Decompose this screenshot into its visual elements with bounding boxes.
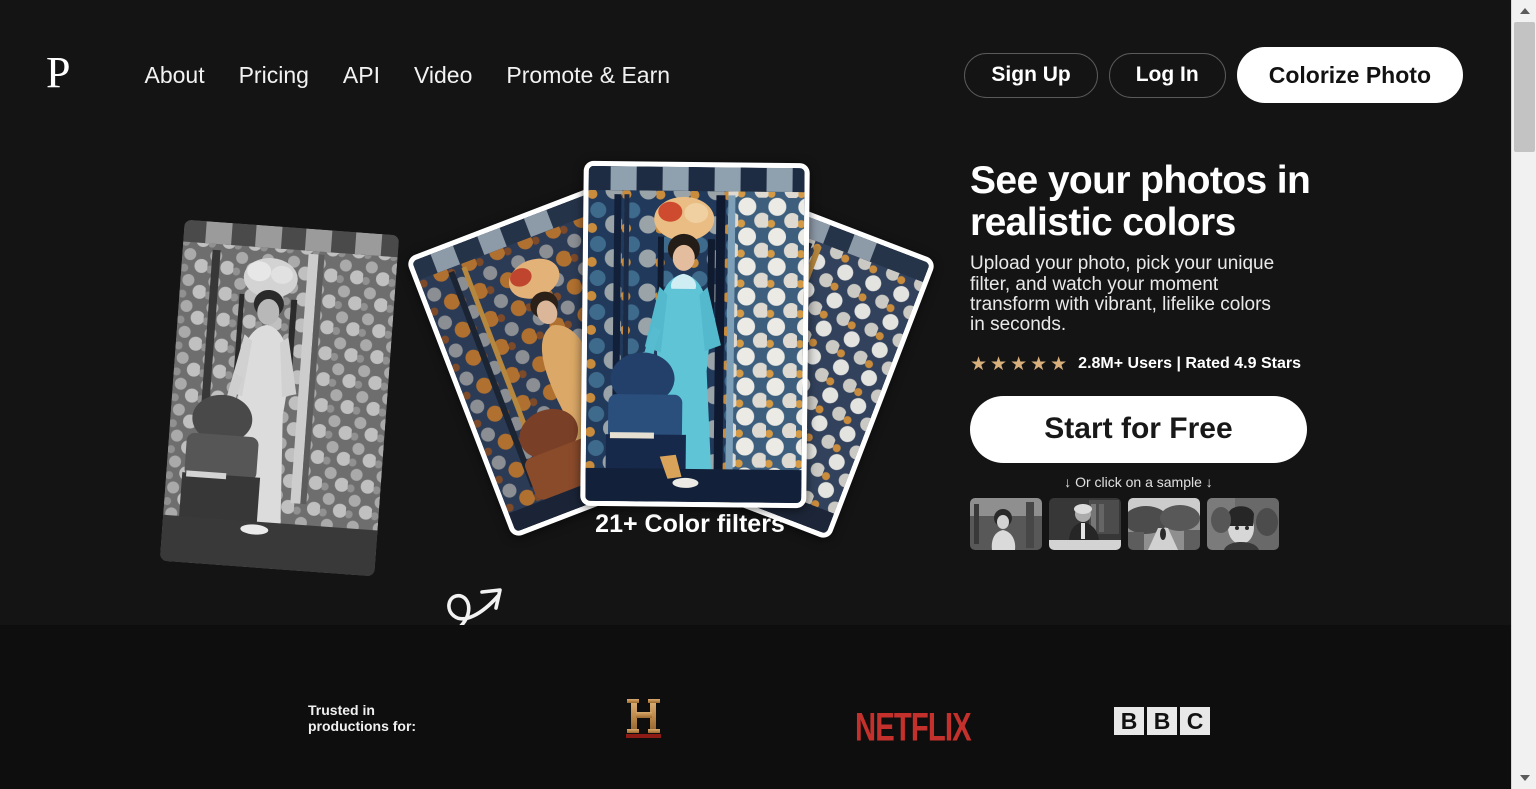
bbc-letter-2: B (1147, 707, 1177, 735)
colorize-photo-button[interactable]: Colorize Photo (1236, 47, 1463, 103)
netflix-logo: NETFLIX (855, 705, 972, 750)
nav-item-video[interactable]: Video (397, 62, 489, 89)
color-filters-caption: 21+ Color filters (595, 510, 785, 538)
scroll-down-button[interactable] (1512, 767, 1536, 789)
hero-visual: 21+ Color filters (0, 150, 955, 644)
sign-up-button[interactable]: Sign Up (964, 52, 1098, 98)
card-center-art (585, 165, 805, 504)
trusted-line-2: productions for: (308, 717, 417, 734)
sample-thumbnail-4[interactable] (1207, 497, 1279, 550)
main-navigation: About Pricing API Video Promote & Earn (144, 62, 687, 89)
site-header: P About Pricing API Video Promote & Earn… (0, 0, 1511, 150)
bbc-letter-3: C (1180, 707, 1210, 735)
hero-subhead: Upload your photo, pick your unique filt… (970, 253, 1275, 336)
rating-text: 2.8M+ Users | Rated 4.9 Stars (1078, 355, 1301, 373)
original-bw-photo (159, 219, 400, 577)
page-scrollbar[interactable] (1511, 0, 1536, 789)
log-in-button[interactable]: Log In (1108, 52, 1226, 98)
nav-item-api[interactable]: API (326, 62, 397, 89)
color-filter-card-center[interactable] (580, 160, 810, 509)
nav-item-promote-earn[interactable]: Promote & Earn (489, 62, 687, 89)
trusted-by-footer: Trusted in productions for: NETFLIX B B … (0, 625, 1511, 789)
nav-item-pricing[interactable]: Pricing (222, 62, 326, 89)
trusted-line-1: Trusted in (308, 702, 375, 718)
scroll-up-button[interactable] (1512, 0, 1536, 22)
history-h-icon (626, 699, 661, 738)
original-photo-art (159, 219, 400, 577)
hero-copy: See your photos in realistic colors Uplo… (970, 160, 1370, 550)
scrollbar-thumb[interactable] (1514, 22, 1535, 152)
nav-item-about[interactable]: About (144, 62, 221, 89)
scroll-down-arrow-icon (1519, 775, 1530, 781)
start-for-free-button[interactable]: Start for Free (970, 395, 1307, 463)
hero-section: 21+ Color filters See your photos in rea… (0, 150, 1511, 644)
trusted-label: Trusted in productions for: (308, 702, 417, 734)
sample-migrant-mother-art (1207, 497, 1279, 550)
star-rating-icon: ★★★★★ (970, 353, 1071, 375)
page-root: P About Pricing API Video Promote & Earn… (0, 0, 1511, 789)
sample-thumbnail-3[interactable] (1128, 497, 1200, 550)
colorized-card-fan: 21+ Color filters (405, 150, 940, 550)
history-channel-logo (623, 697, 665, 746)
sample-man-at-desk-art (1049, 497, 1121, 550)
sample-garden-path-art (1128, 497, 1200, 550)
scroll-up-arrow-icon (1519, 8, 1530, 14)
sample-thumbnails (970, 497, 1307, 550)
sample-thumbnail-2[interactable] (1049, 497, 1121, 550)
sample-hint-text: ↓ Or click on a sample ↓ (1064, 473, 1213, 490)
sample-thumbnail-1[interactable] (970, 497, 1042, 550)
rating-row: ★★★★★ 2.8M+ Users | Rated 4.9 Stars (970, 355, 1370, 374)
page-title: See your photos in realistic colors (970, 159, 1311, 244)
site-logo[interactable]: P (46, 51, 71, 95)
bbc-logo: B B C (1114, 707, 1210, 735)
bbc-letter-1: B (1114, 707, 1144, 735)
sample-woman-outdoors-art (970, 497, 1042, 550)
header-actions: Sign Up Log In Colorize Photo (964, 47, 1463, 103)
